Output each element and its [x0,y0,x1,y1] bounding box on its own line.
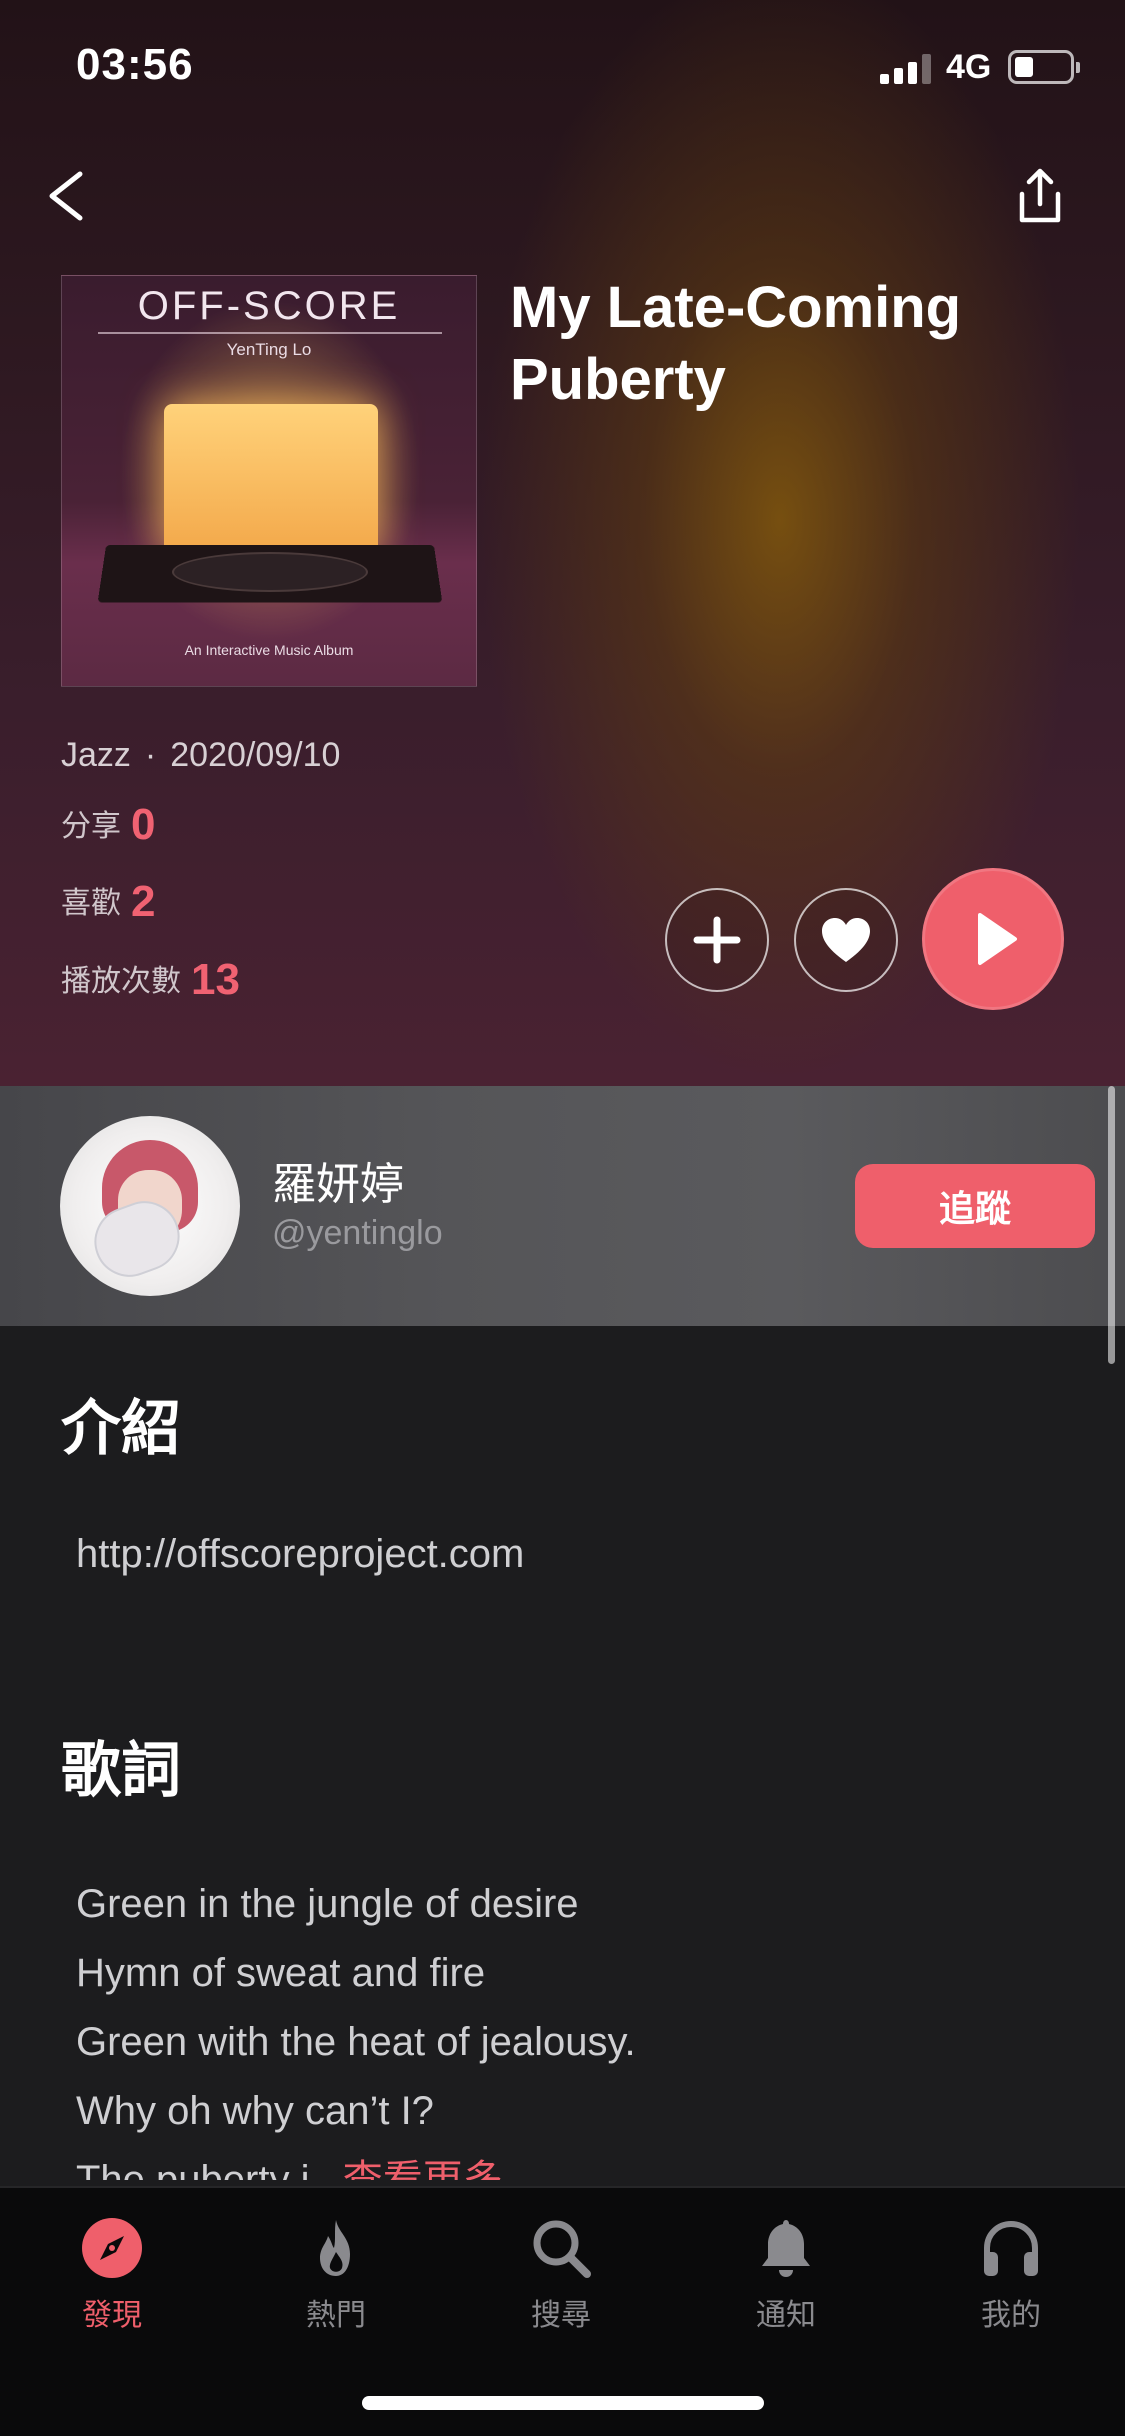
status-time: 03:56 [76,40,194,89]
lyrics-line: Green with the heat of jealousy. [76,2020,636,2064]
tab-mine[interactable]: 我的 [931,2216,1091,2346]
stat-like-count: 2 [131,877,156,926]
home-indicator[interactable] [362,2396,764,2410]
tab-search-label: 搜尋 [531,2299,591,2332]
lyrics-title: 歌詞 [61,1737,181,1804]
stat-share-count: 0 [131,800,156,849]
lyrics-truncated-text: The puberty i... [76,2158,343,2180]
tab-discover-label: 發現 [82,2299,142,2332]
battery-icon [1008,50,1080,84]
lyrics-line: Green in the jungle of desire [76,1882,579,1926]
network-type: 4G [946,48,992,86]
stat-plays: 播放次數 13 [61,955,240,1005]
tab-notifications-label: 通知 [756,2299,816,2332]
stat-like: 喜歡 2 [61,877,155,927]
stat-plays-label: 播放次數 [61,965,181,998]
cover-title: OFF-SCORE [137,284,401,328]
compass-icon [82,2218,142,2278]
cover-divider [98,332,442,334]
song-meta: Jazz · 2020/09/10 [61,736,340,775]
tab-hot[interactable]: 熱門 [256,2216,416,2346]
lyrics-line: Hymn of sweat and fire [76,1951,486,1995]
like-button[interactable] [794,888,898,992]
cover-subtitle: An Interactive Music Album [184,642,354,658]
scrollbar[interactable] [1108,1086,1115,1364]
lyrics-text: Green in the jungle of desire Hymn of sw… [76,1870,1056,2180]
stat-share: 分享 0 [61,800,155,850]
tab-search[interactable]: 搜尋 [481,2216,641,2346]
back-button[interactable] [40,164,100,228]
cover-record [172,552,368,592]
cover-glowing-screen [164,404,378,554]
chevron-left-icon [49,171,83,221]
tab-discover[interactable]: 發現 [32,2216,192,2346]
play-icon [978,913,1017,965]
tab-notifications[interactable]: 通知 [706,2216,866,2346]
lyrics-line-truncated: The puberty i...查看更多 [76,2146,1056,2180]
see-more-link[interactable]: 查看更多 [343,2158,503,2180]
intro-title: 介紹 [61,1395,181,1462]
song-header: 03:56 4G OFF-SCORE YenTing Lo An Interac… [0,0,1125,1086]
add-to-playlist-button[interactable] [665,888,769,992]
cover-artist: YenTing Lo [226,340,312,359]
avatar[interactable] [60,1116,240,1296]
share-icon [1019,168,1061,223]
share-button[interactable] [1010,164,1070,228]
follow-button[interactable]: 追蹤 [855,1164,1095,1248]
search-icon [533,2220,591,2278]
artist-row[interactable]: 羅妍婷 @yentinglo 追蹤 [0,1086,1125,1326]
lyrics-line: Why oh why can’t I? [76,2089,434,2133]
song-title: My Late-Coming Puberty [510,275,962,412]
stat-plays-count: 13 [191,955,240,1004]
heart-icon [822,918,870,962]
tab-mine-label: 我的 [981,2299,1041,2332]
tab-hot-label: 熱門 [306,2299,366,2332]
meta-separator: · [144,736,157,774]
headphones-icon [984,2220,1038,2276]
stat-share-label: 分享 [61,810,121,843]
plus-icon [693,916,741,964]
bell-icon [762,2220,810,2277]
artist-name[interactable]: 羅妍婷 [272,1148,404,1212]
song-date: 2020/09/10 [170,736,341,774]
flame-icon [320,2220,350,2276]
artist-handle: @yentinglo [272,1214,443,1252]
signal-icon [880,52,934,84]
album-cover: OFF-SCORE YenTing Lo An Interactive Musi… [61,275,477,687]
intro-link[interactable]: http://offscoreproject.com [76,1532,524,1577]
song-genre: Jazz [61,736,131,774]
stat-like-label: 喜歡 [61,887,121,920]
play-button[interactable] [922,868,1064,1010]
